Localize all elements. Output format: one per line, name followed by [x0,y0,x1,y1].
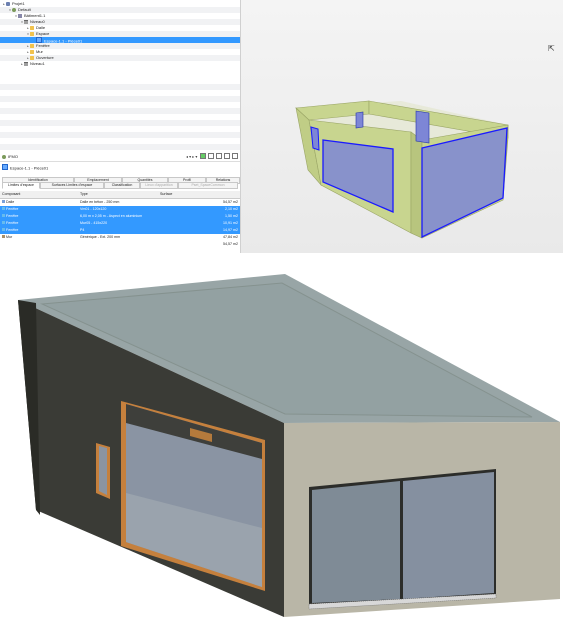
slab-icon [2,200,5,204]
tab-pset-spacecommon[interactable]: Pset_SpaceCommon [178,182,238,189]
window-back-left[interactable] [355,111,364,129]
tree-node-label: Niveau0 [30,19,45,24]
table-header: Composant Type Surface [0,191,240,199]
properties-panel: IFMO ◂ ▾ ▸ ▾ Espace-1.1 - Pièce01 Identi… [0,153,240,253]
cell-component: Fenêtre [2,206,18,213]
tab-limites-d-espace[interactable]: Limites d'espace [2,182,40,189]
front-corner [410,131,423,239]
space-3d-model [295,100,509,239]
cell-component: Dalle [2,199,14,206]
properties-title: IFMO [2,153,18,161]
tabs-row-2: Limites d'espace Surfaces Limites d'espac… [0,182,240,189]
building-render [0,253,563,640]
tree-node-label: Ouverture [36,55,54,60]
tab-surfaces-limites-d-espace[interactable]: Surfaces Limites d'espace [40,182,104,189]
navigation-arrows[interactable]: ◂ ▾ ▸ ▾ [186,154,197,159]
table-row[interactable]: Mur Générique - Ext. 200 mm 47,84 m2 [0,234,240,241]
tab-lieux-d-apparition[interactable]: Lieux d'apparition [140,182,178,189]
cell-surface: 10,91 m2 [223,221,238,225]
properties-toolbar: ◂ ▾ ▸ ▾ [186,153,238,161]
folder-icon [30,25,34,30]
folder-icon [30,31,34,36]
cell-component: Fenêtre [2,220,18,227]
sliding-door-right[interactable] [403,472,494,599]
cell-component-text: Fenêtre [6,228,19,232]
tree-node-label: Dalle [36,25,46,30]
cell-component: Mur [2,234,12,241]
column-header-surface[interactable]: Surface [160,191,172,198]
table-row[interactable]: Fenêtre P4 14,97 m2 [0,227,240,234]
mouse-cursor-icon: ⇱ [548,44,555,53]
cell-surface: 14,97 m2 [223,228,238,232]
column-header-component[interactable]: Composant [2,191,20,198]
properties-header: IFMO ◂ ▾ ▸ ▾ [0,153,240,162]
settings-icon[interactable] [207,153,214,159]
tree-node-label: Bâtiment1.1 [24,13,46,18]
cell-type: Générique - Ext. 200 mm [80,235,121,239]
cell-surface: 2,10 m2 [225,207,238,211]
folder-icon [30,43,34,48]
level-icon [24,61,28,66]
cell-type: Mur05 - 415x220 [80,221,108,225]
tree-node-label: Fenêtre [36,43,50,48]
cell-type: 6,00 m x 2,05 m - Aspect en aluminium [80,214,143,218]
side-window-glass[interactable] [99,446,107,495]
space-icon [2,164,8,170]
cell-component: Fenêtre [2,213,18,220]
table-row[interactable]: Fenêtre Vm01 - 120x120 2,10 m2 [0,206,240,213]
cell-type: Dalle en béton - 250 mm [80,200,120,204]
window-icon [2,228,5,232]
sliding-door-left[interactable] [312,481,400,603]
folder-icon [30,55,34,60]
building-icon [18,13,22,18]
table-row[interactable]: Fenêtre 6,00 m x 2,05 m - Aspect en alumi… [0,213,240,220]
cell-surface: 54,57 m2 [223,200,238,204]
help-icon[interactable] [215,153,222,159]
window-back-right[interactable] [415,110,430,144]
cell-surface: 1,50 m2 [225,214,238,218]
left-panel: ▸ Projet1 ▾ Default ▾ Bâtiment1.1 ▾ Niveau0 ▸ Dal… [0,0,241,253]
table-row[interactable]: Fenêtre Mur05 - 415x220 10,91 m2 [0,220,240,227]
tree-node-label: Projet1 [12,1,25,6]
tab-classification[interactable]: Classification [104,182,140,189]
selected-element-label: Espace-1.1 - Pièce01 [10,165,49,171]
minimize-icon[interactable] [223,153,230,159]
tree-node-label: Default [18,7,31,12]
cell-type: Vm01 - 120x120 [80,207,107,211]
folder-icon [30,49,34,54]
cell-component: Fenêtre [2,227,18,234]
cell-surface: 54,57 m2 [223,242,238,246]
properties-title-label: IFMO [8,154,18,159]
selected-element: Espace-1.1 - Pièce01 [2,164,48,172]
table-row[interactable]: Dalle Dalle en béton - 250 mm 54,57 m2 [0,199,240,206]
site-icon [12,7,16,12]
project-icon [6,1,10,6]
cell-component-text: Mur [6,235,13,239]
cell-component-text: Dalle [6,200,15,204]
window-icon [2,221,5,225]
tree-node-label: Niveau1 [30,61,45,66]
tree-node[interactable]: ▸ Niveau1 [0,61,240,67]
3d-viewport[interactable] [241,0,563,253]
cell-component-text: Fenêtre [6,221,19,225]
tree-node-label: Espace [36,31,50,36]
level-icon [24,19,28,24]
column-header-type[interactable]: Type [80,191,88,198]
cell-component-text: Fenêtre [6,214,19,218]
window-front-right[interactable] [421,127,508,239]
tree-empty-area [0,78,240,150]
cell-component-text: Fenêtre [6,207,19,211]
window-icon [2,207,5,211]
cell-surface: 47,84 m2 [223,235,238,239]
rendered-building [18,274,560,617]
maximize-icon[interactable] [232,153,238,159]
table-row[interactable]: 54,57 m2 [0,241,240,248]
window-icon [2,214,5,218]
project-tree: ▸ Projet1 ▾ Default ▾ Bâtiment1.1 ▾ Niveau0 ▸ Dal… [0,0,240,150]
tree-node-label: Mur [36,49,43,54]
green-icon[interactable] [199,153,206,159]
wall-icon [2,235,5,239]
cell-type: P4 [80,228,85,232]
ifc-icon [2,154,6,159]
